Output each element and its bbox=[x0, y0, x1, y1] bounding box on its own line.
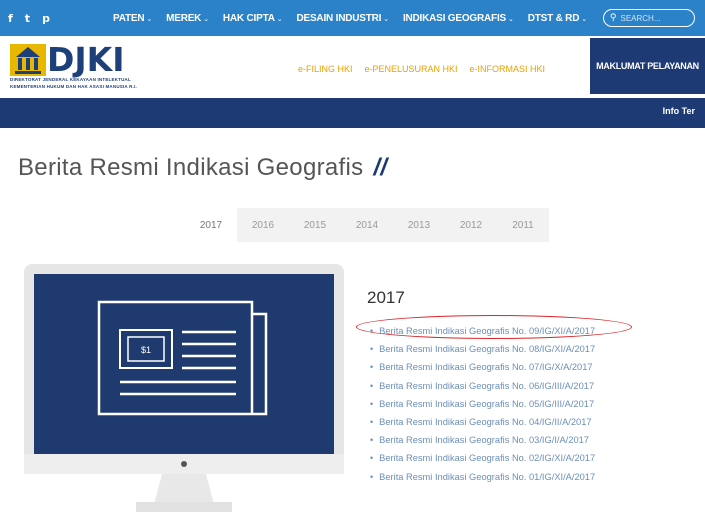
bullet: • bbox=[370, 453, 374, 464]
bullet: • bbox=[370, 398, 374, 409]
newspaper-monitor-icon: $1 bbox=[24, 264, 344, 512]
tab-2016[interactable]: 2016 bbox=[237, 208, 289, 242]
nav-label: HAK CIPTA bbox=[222, 12, 275, 24]
djki-emblem-icon bbox=[10, 44, 46, 76]
tab-2013[interactable]: 2013 bbox=[393, 208, 445, 242]
document-link[interactable]: Berita Resmi Indikasi Geografis No. 09/I… bbox=[379, 326, 595, 336]
hki-links: e-FILING HKI e-PENELUSURAN HKI e-INFORMA… bbox=[298, 64, 545, 74]
document-link[interactable]: Berita Resmi Indikasi Geografis No. 07/I… bbox=[379, 362, 592, 372]
tab-2017[interactable]: 2017 bbox=[185, 208, 237, 242]
logo-subtitle-2: KEMENTERIAN HUKUM DAN HAK ASASI MANUSIA … bbox=[10, 84, 137, 89]
list-item[interactable]: • Berita Resmi Indikasi Geografis No. 02/… bbox=[370, 449, 595, 467]
chevron-down-icon: ⌄ bbox=[203, 15, 209, 23]
bullet: • bbox=[370, 344, 374, 355]
page-title-text: Berita Resmi Indikasi Geografis bbox=[18, 154, 364, 181]
nav-merek[interactable]: MEREK ⌄ bbox=[166, 13, 209, 24]
document-link[interactable]: Berita Resmi Indikasi Geografis No. 02/I… bbox=[379, 453, 595, 463]
list-item[interactable]: • Berita Resmi Indikasi Geografis No. 08/… bbox=[370, 340, 595, 358]
tab-2011[interactable]: 2011 bbox=[497, 208, 549, 242]
list-item[interactable]: • Berita Resmi Indikasi Geografis No. 03/… bbox=[370, 431, 595, 449]
nav-label: DTST & RD bbox=[527, 12, 580, 24]
nav-label: PATEN bbox=[113, 12, 145, 24]
nav-label: MEREK bbox=[166, 12, 202, 24]
list-item[interactable]: • Berita Resmi Indikasi Geografis No. 07/… bbox=[370, 358, 595, 376]
list-item[interactable]: • Berita Resmi Indikasi Geografis No. 09/… bbox=[370, 322, 595, 340]
chevron-down-icon: ⌄ bbox=[508, 15, 514, 23]
nav-label: INDIKASI GEOGRAFIS bbox=[402, 12, 507, 24]
chevron-down-icon: ⌄ bbox=[383, 15, 389, 23]
document-link[interactable]: Berita Resmi Indikasi Geografis No. 03/I… bbox=[379, 435, 589, 445]
info-terkini-label[interactable]: Info Ter bbox=[663, 106, 695, 116]
search-icon: ⚲ bbox=[609, 13, 617, 23]
document-link[interactable]: Berita Resmi Indikasi Geografis No. 05/I… bbox=[379, 399, 594, 409]
logo-row: DJKI bbox=[10, 40, 137, 79]
link-e-penelusuran[interactable]: e-PENELUSURAN HKI bbox=[365, 64, 458, 74]
chevron-down-icon: ⌄ bbox=[276, 15, 283, 23]
monitor-illustration: $1 bbox=[24, 264, 344, 512]
top-bar: f t p PATEN ⌄ MEREK ⌄ HAK CIPTA ⌄ DESAIN IN… bbox=[0, 0, 705, 36]
search-input[interactable] bbox=[620, 13, 681, 23]
logo-text: DJKI bbox=[47, 40, 125, 79]
nav-dtst-rd[interactable]: DTST & RD ⌄ bbox=[528, 13, 587, 24]
search-box[interactable]: ⚲ bbox=[602, 9, 695, 27]
list-item[interactable]: • Berita Resmi Indikasi Geografis No. 05/… bbox=[370, 395, 595, 413]
twitter-icon[interactable]: t bbox=[25, 12, 30, 25]
djki-logo[interactable]: DJKI DIREKTORAT JENDERAL KEKAYAAN INTELE… bbox=[10, 40, 137, 90]
bullet: • bbox=[370, 471, 374, 482]
bullet: • bbox=[370, 435, 374, 446]
svg-text:$1: $1 bbox=[141, 345, 151, 355]
document-link[interactable]: Berita Resmi Indikasi Geografis No. 06/I… bbox=[379, 381, 594, 391]
bullet: • bbox=[370, 380, 374, 391]
page-title: Berita Resmi Indikasi Geografis // bbox=[18, 154, 387, 182]
year-tabs: 2017 2016 2015 2014 2013 2012 2011 bbox=[185, 208, 549, 242]
nav-paten[interactable]: PATEN ⌄ bbox=[113, 13, 152, 24]
title-slashes: // bbox=[373, 154, 388, 181]
list-item[interactable]: • Berita Resmi Indikasi Geografis No. 06/… bbox=[370, 377, 595, 395]
document-link[interactable]: Berita Resmi Indikasi Geografis No. 04/I… bbox=[379, 417, 591, 427]
bullet: • bbox=[370, 326, 374, 337]
bullet: • bbox=[370, 417, 374, 428]
nav-indikasi-geografis[interactable]: INDIKASI GEOGRAFIS ⌄ bbox=[403, 13, 514, 24]
instagram-icon[interactable]: p bbox=[42, 12, 50, 25]
list-item[interactable]: • Berita Resmi Indikasi Geografis No. 01/… bbox=[370, 468, 595, 486]
nav-desain-industri[interactable]: DESAIN INDUSTRI ⌄ bbox=[296, 12, 389, 24]
maklumat-pelayanan-button[interactable]: MAKLUMAT PELAYANAN bbox=[590, 38, 705, 94]
tab-2014[interactable]: 2014 bbox=[341, 208, 393, 242]
chevron-down-icon: ⌄ bbox=[146, 15, 153, 23]
tab-2012[interactable]: 2012 bbox=[445, 208, 497, 242]
bullet: • bbox=[370, 362, 374, 373]
chevron-down-icon: ⌄ bbox=[581, 15, 587, 23]
social-links: f t p bbox=[8, 12, 113, 25]
link-e-informasi[interactable]: e-INFORMASI HKI bbox=[470, 64, 546, 74]
document-list: • Berita Resmi Indikasi Geografis No. 09/… bbox=[370, 322, 595, 486]
link-e-filing[interactable]: e-FILING HKI bbox=[298, 64, 353, 74]
list-year-heading: 2017 bbox=[367, 288, 405, 307]
document-link[interactable]: Berita Resmi Indikasi Geografis No. 08/I… bbox=[379, 344, 595, 354]
info-bar: Info Ter bbox=[0, 98, 705, 128]
logo-subtitle-1: DIREKTORAT JENDERAL KEKAYAAN INTELEKTUAL bbox=[10, 77, 131, 82]
tab-2015[interactable]: 2015 bbox=[289, 208, 341, 242]
site-header: DJKI DIREKTORAT JENDERAL KEKAYAAN INTELE… bbox=[0, 36, 705, 98]
top-nav: PATEN ⌄ MEREK ⌄ HAK CIPTA ⌄ DESAIN INDUSTRI… bbox=[113, 13, 601, 24]
list-item[interactable]: • Berita Resmi Indikasi Geografis No. 04/… bbox=[370, 413, 595, 431]
document-link[interactable]: Berita Resmi Indikasi Geografis No. 01/I… bbox=[379, 472, 595, 482]
facebook-icon[interactable]: f bbox=[8, 12, 13, 25]
nav-label: DESAIN INDUSTRI bbox=[296, 12, 382, 24]
nav-hak-cipta[interactable]: HAK CIPTA ⌄ bbox=[223, 13, 283, 24]
